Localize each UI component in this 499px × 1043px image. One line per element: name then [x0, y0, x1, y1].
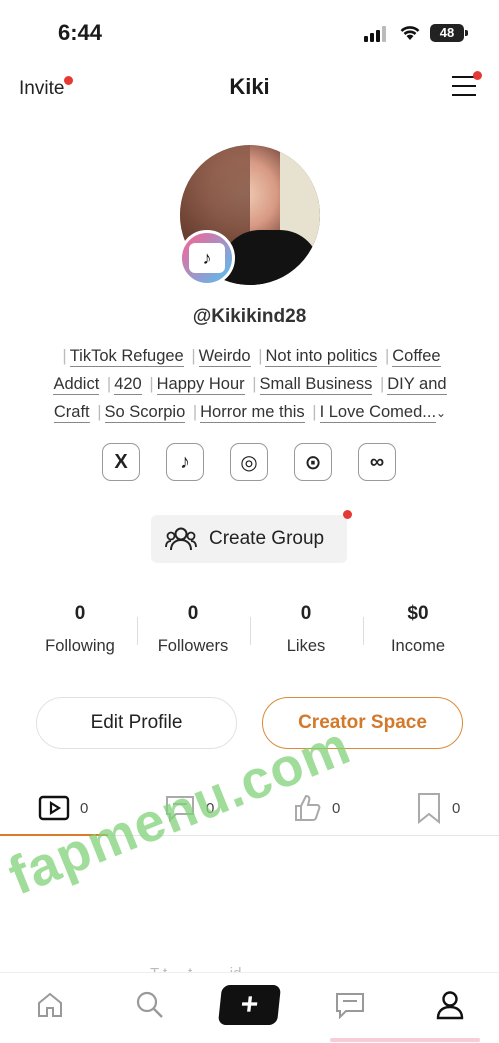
nav-home[interactable]: [30, 987, 70, 1023]
tab-count: 0: [452, 799, 461, 817]
onlyfans-icon[interactable]: ⊙: [294, 443, 332, 481]
stat-following[interactable]: 0 Following: [24, 603, 136, 656]
nav-messages[interactable]: [330, 987, 370, 1023]
tag-item: Not into politics: [265, 347, 378, 367]
status-bar: 6:44 48: [0, 0, 499, 66]
edit-profile-button[interactable]: Edit Profile: [36, 697, 237, 749]
status-time: 6:44: [58, 20, 103, 45]
menu-notification-dot: [473, 71, 482, 80]
stat-likes[interactable]: 0 Likes: [250, 603, 362, 656]
stat-label: Followers: [157, 637, 229, 655]
x-icon[interactable]: X: [102, 443, 140, 481]
profile-tags[interactable]: | TikTok Refugee | Weirdo | Not into politi…: [40, 342, 460, 427]
battery-icon: 48: [430, 24, 468, 42]
wifi-icon: [400, 26, 420, 40]
tag-item: Happy Hour: [156, 375, 245, 395]
group-icon: [165, 527, 197, 551]
tag-item: Horror me this: [200, 403, 305, 423]
expand-chevron-icon[interactable]: ⌄: [436, 406, 446, 420]
tab-bookmarks[interactable]: 0: [416, 791, 460, 825]
create-post-button[interactable]: +: [217, 985, 282, 1025]
tag-item: TikTok Refugee: [69, 347, 184, 367]
tab-likes[interactable]: 0: [292, 791, 340, 825]
nav-search[interactable]: [130, 987, 170, 1023]
search-icon: [136, 991, 163, 1018]
message-icon: [336, 993, 364, 1019]
stat-label: Likes: [286, 637, 326, 655]
thumbs-up-icon: [295, 794, 321, 821]
stat-income[interactable]: $0 Income: [362, 603, 474, 656]
social-links: X ♪ ◎ ⊙ ∞: [102, 443, 398, 483]
avatar-badge-icon: ♪: [179, 230, 235, 286]
video-icon: [38, 795, 70, 821]
instagram-icon[interactable]: ◎: [230, 443, 268, 481]
tiktok-badge-icon: ♪: [189, 243, 225, 273]
stat-value: 0: [300, 603, 312, 624]
nav-profile[interactable]: [430, 987, 470, 1023]
header: Invite Kiki: [0, 66, 499, 112]
tag-item: Weirdo: [198, 347, 251, 367]
stat-value: $0: [407, 603, 429, 624]
stat-value: 0: [74, 603, 86, 624]
bookmark-icon: [418, 793, 440, 824]
create-group-button[interactable]: Create Group: [151, 515, 347, 563]
tag-item: 420: [114, 375, 142, 395]
profile-handle: @Kikikind28: [192, 306, 307, 327]
stat-value: 0: [187, 603, 199, 624]
stats-row: 0 Following 0 Followers 0 Likes $0 Incom…: [24, 603, 474, 663]
tag-item: I Love Comed...: [319, 403, 437, 423]
home-indicator: [330, 1038, 480, 1042]
link-icon[interactable]: ∞: [358, 443, 396, 481]
tag-item: Small Business: [259, 375, 373, 395]
create-group-notification-dot: [343, 510, 352, 519]
tag-item: So Scorpio: [104, 403, 186, 423]
stat-label: Following: [45, 637, 115, 655]
menu-icon[interactable]: [452, 76, 478, 100]
page-title: Kiki: [229, 74, 270, 99]
signal-icon: [364, 26, 390, 42]
plus-icon: +: [239, 988, 261, 1021]
stat-label: Income: [390, 637, 446, 655]
profile-icon: [436, 991, 464, 1020]
bottom-nav: +: [0, 972, 499, 1043]
stat-followers[interactable]: 0 Followers: [137, 603, 249, 656]
tiktok-icon[interactable]: ♪: [166, 443, 204, 481]
tab-count: 0: [332, 799, 341, 817]
create-group-label: Create Group: [209, 528, 325, 549]
home-icon: [38, 992, 62, 1017]
